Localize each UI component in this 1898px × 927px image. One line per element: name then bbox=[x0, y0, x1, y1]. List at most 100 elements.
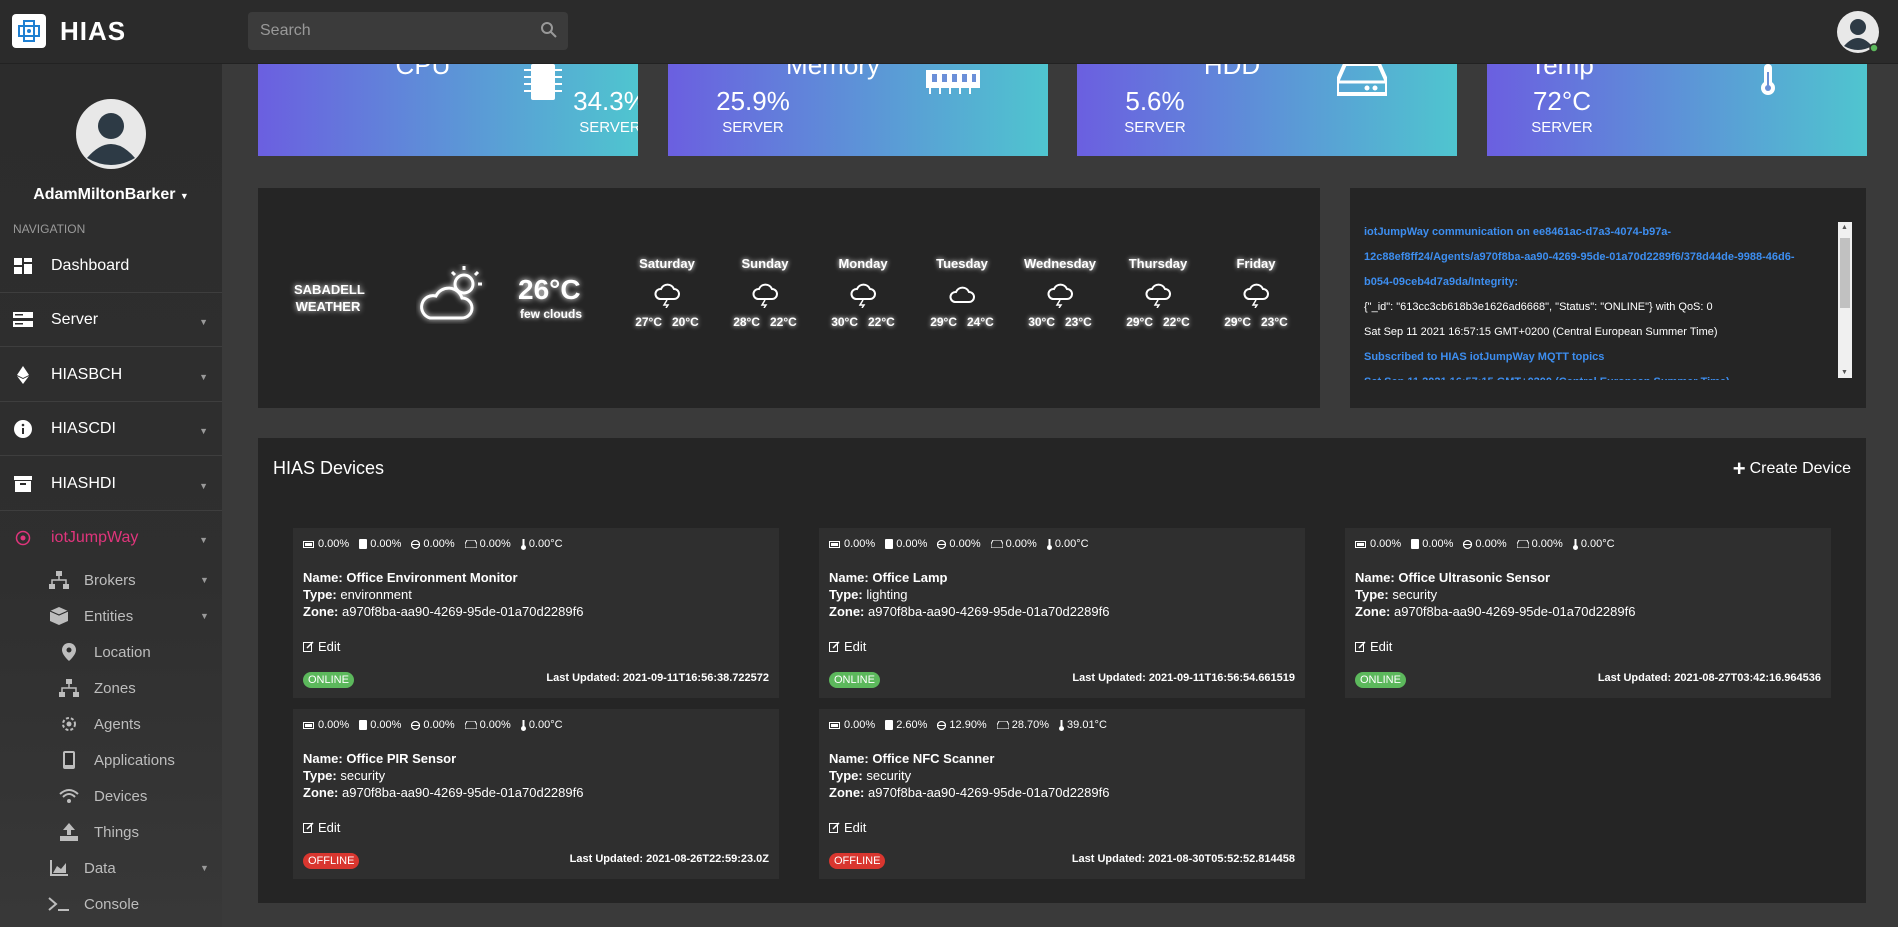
sidebar-item-iotjumpway[interactable]: iotJumpWay ▼ bbox=[0, 511, 222, 565]
zone-label: Zone: bbox=[1355, 604, 1391, 619]
cpu-icon bbox=[1463, 539, 1473, 549]
forecast-low: 22°C bbox=[1163, 315, 1190, 329]
dashboard-icon bbox=[12, 257, 34, 274]
cpu-icon bbox=[411, 539, 421, 549]
device-temp: 0.00°C bbox=[528, 719, 563, 731]
device-info: Name: Office Lamp Type: lighting Zone: a… bbox=[829, 569, 1109, 620]
sidebar-subitem-console[interactable]: Console bbox=[48, 887, 139, 921]
sidebar-item-label: HIASHDI bbox=[51, 474, 116, 492]
server-icon bbox=[12, 311, 34, 328]
edit-device-link[interactable]: Edit bbox=[303, 820, 340, 835]
console-line: b054-09ceb4d7a9da/Integrity: bbox=[1364, 276, 1519, 288]
sitemap-icon bbox=[58, 679, 80, 697]
forecast-day: Thursday 29°C 22°C bbox=[1113, 256, 1203, 329]
memory-icon bbox=[926, 64, 980, 99]
sidebar-subitem-things[interactable]: Things bbox=[58, 815, 139, 849]
forecast-high: 27°C bbox=[635, 315, 662, 329]
forecast-low: 23°C bbox=[1261, 315, 1288, 329]
hdd-icon bbox=[1516, 540, 1529, 548]
caret-down-icon: ▼ bbox=[200, 611, 209, 621]
profile-avatar[interactable] bbox=[75, 98, 147, 170]
name-label: Name: bbox=[303, 570, 343, 585]
thermometer-icon bbox=[520, 719, 526, 731]
status-badge: ONLINE bbox=[829, 672, 880, 688]
stat-label: CPU bbox=[395, 64, 451, 80]
sidebar-subitem-applications[interactable]: Applications bbox=[58, 743, 175, 777]
device-cpu: 0.00% bbox=[949, 538, 981, 550]
sidebar-item-hiasbch[interactable]: HIASBCH ▼ bbox=[0, 348, 222, 402]
search-box[interactable] bbox=[248, 12, 568, 50]
device-name: Office Lamp bbox=[872, 570, 948, 585]
name-label: Name: bbox=[303, 751, 343, 766]
status-badge: ONLINE bbox=[1355, 672, 1406, 688]
device-battery: 0.00% bbox=[844, 538, 876, 550]
sidebar-subitem-devices[interactable]: Devices bbox=[58, 779, 147, 813]
last-updated: Last Updated: 2021-09-11T16:56:54.661519 bbox=[1072, 672, 1295, 684]
type-label: Type: bbox=[829, 587, 863, 602]
type-label: Type: bbox=[829, 768, 863, 783]
updated-label: Last Updated: bbox=[546, 672, 620, 684]
devices-panel: HIAS Devices + Create Device 0.00% 0.00%… bbox=[258, 438, 1866, 903]
edit-icon bbox=[303, 822, 314, 833]
create-device-button[interactable]: + Create Device bbox=[1733, 456, 1851, 482]
updated-value: 2021-08-30T05:52:52.814458 bbox=[1148, 853, 1295, 865]
brand[interactable]: HIAS bbox=[12, 14, 126, 48]
caret-down-icon: ▼ bbox=[200, 863, 209, 873]
scrollbar-thumb[interactable] bbox=[1840, 238, 1850, 308]
sidebar-subitem-label: Console bbox=[84, 895, 140, 913]
username-dropdown[interactable]: AdamMiltonBarker ▼ bbox=[0, 186, 222, 204]
device-hdd: 0.00% bbox=[479, 719, 511, 731]
forecast-day: Sunday 28°C 22°C bbox=[720, 256, 810, 329]
partly-cloudy-icon bbox=[416, 264, 488, 329]
sidebar-item-hiascdi[interactable]: HIASCDI ▼ bbox=[0, 402, 222, 456]
sidebar-item-label: Dashboard bbox=[51, 256, 130, 274]
edit-device-link[interactable]: Edit bbox=[1355, 639, 1392, 654]
profile: AdamMiltonBarker ▼ bbox=[0, 98, 222, 204]
updated-label: Last Updated: bbox=[1597, 672, 1672, 684]
search-icon[interactable] bbox=[540, 21, 558, 44]
sidebar-subitem-label: Devices bbox=[94, 787, 148, 805]
console-log[interactable]: iotJumpWay communication on ee8461ac-d7a… bbox=[1364, 220, 1834, 380]
sidebar-subitem-agents[interactable]: Agents bbox=[58, 707, 141, 741]
stat-card-temp: Temp 72°C SERVER bbox=[1487, 64, 1867, 156]
scroll-up-icon[interactable]: ▲ bbox=[1841, 224, 1848, 231]
device-hdd: 28.70% bbox=[1011, 719, 1050, 731]
edit-device-link[interactable]: Edit bbox=[303, 639, 340, 654]
sidebar-subitem-zones[interactable]: Zones bbox=[58, 671, 136, 705]
sidebar-subitem-data[interactable]: Data bbox=[48, 851, 116, 885]
map-pin-icon bbox=[58, 643, 80, 661]
sidebar-item-dashboard[interactable]: Dashboard bbox=[0, 239, 222, 293]
forecast-high: 29°C bbox=[930, 315, 957, 329]
sidebar-subitem-location[interactable]: Location bbox=[58, 635, 151, 669]
forecast-day: Tuesday 29°C 24°C bbox=[917, 256, 1007, 329]
sidebar-item-hiashdi[interactable]: HIASHDI ▼ bbox=[0, 457, 222, 511]
battery-icon bbox=[1355, 540, 1366, 548]
device-battery: 0.00% bbox=[318, 719, 350, 731]
device-cpu: 0.00% bbox=[423, 538, 455, 550]
sidebar-subitem-brokers[interactable]: Brokers bbox=[48, 563, 136, 597]
console-scrollbar[interactable]: ▲ ▼ bbox=[1838, 222, 1852, 378]
memory-icon bbox=[359, 720, 368, 730]
memory-icon bbox=[885, 720, 894, 730]
sidebar-subitem-entities[interactable]: Entities bbox=[48, 599, 133, 633]
console-line: {"_id": "613cc3cb618b3e1626ad6668", "Sta… bbox=[1364, 301, 1713, 313]
user-avatar[interactable] bbox=[1836, 10, 1880, 54]
device-zone: a970f8ba-aa90-4269-95de-01a70d2289f6 bbox=[868, 785, 1110, 800]
device-zone: a970f8ba-aa90-4269-95de-01a70d2289f6 bbox=[868, 604, 1110, 619]
sidebar-subitem-label: Agents bbox=[94, 715, 141, 733]
scroll-down-icon[interactable]: ▼ bbox=[1841, 369, 1848, 376]
forecast-day: Monday 30°C 22°C bbox=[818, 256, 908, 329]
thermometer-icon bbox=[1059, 719, 1065, 731]
nav-heading: NAVIGATION bbox=[13, 222, 86, 236]
device-memory: 0.00% bbox=[896, 538, 928, 550]
edit-device-link[interactable]: Edit bbox=[829, 820, 866, 835]
search-input[interactable] bbox=[248, 12, 568, 50]
last-updated: Last Updated: 2021-08-26T22:59:23.0Z bbox=[570, 853, 769, 865]
type-label: Type: bbox=[303, 587, 337, 602]
edit-device-link[interactable]: Edit bbox=[829, 639, 866, 654]
weather-city-name: SABADELL bbox=[294, 282, 365, 297]
device-zone: a970f8ba-aa90-4269-95de-01a70d2289f6 bbox=[1394, 604, 1636, 619]
device-battery: 0.00% bbox=[1370, 538, 1402, 550]
forecast-temps: 29°C 24°C bbox=[917, 315, 1007, 329]
sidebar-item-server[interactable]: Server ▼ bbox=[0, 293, 222, 347]
